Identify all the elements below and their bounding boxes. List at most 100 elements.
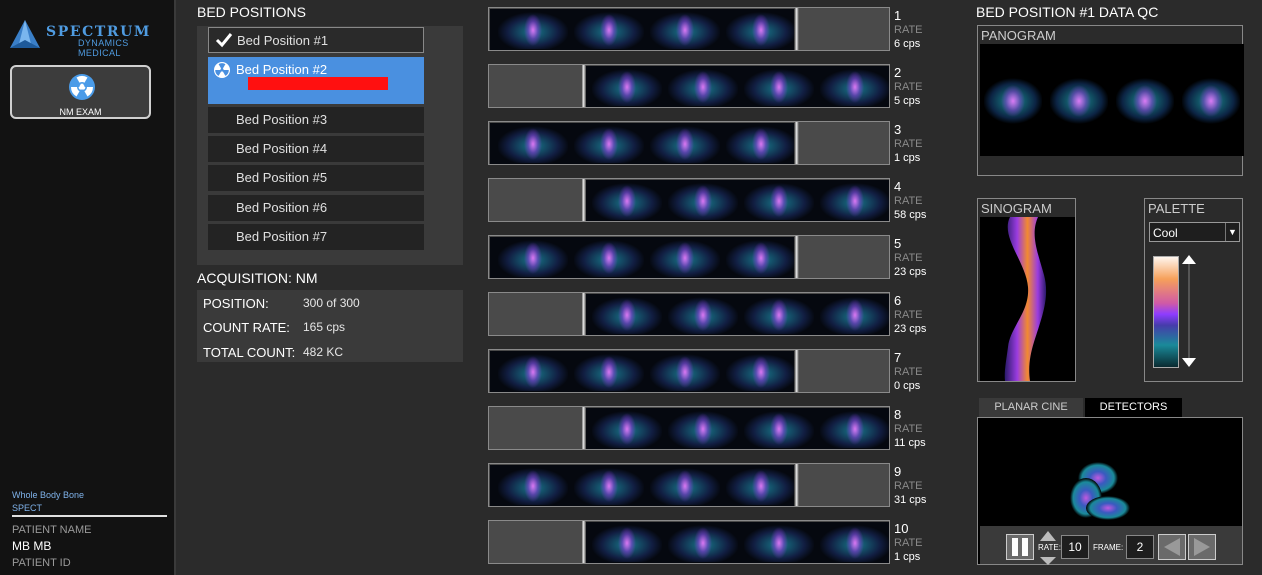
bed-position-item-5[interactable]: Bed Position #5 bbox=[208, 165, 424, 191]
detector-strip bbox=[488, 121, 890, 165]
detector-edge bbox=[794, 8, 799, 50]
count-rate-label: COUNT RATE: bbox=[203, 320, 290, 335]
panogram-panel: PANOGRAM bbox=[977, 25, 1244, 176]
detector-frame bbox=[668, 524, 738, 562]
palette-label: PALETTE bbox=[1148, 201, 1205, 216]
detector-number: 4 bbox=[894, 179, 902, 194]
bed-positions-title: BED POSITIONS bbox=[197, 4, 306, 20]
detector-rate-label: RATE bbox=[894, 480, 923, 492]
detector-number: 6 bbox=[894, 293, 902, 308]
study-divider bbox=[12, 515, 167, 517]
pause-button[interactable] bbox=[1006, 534, 1034, 560]
logo-triangle-icon bbox=[10, 20, 40, 48]
bed-position-item-7[interactable]: Bed Position #7 bbox=[208, 224, 424, 250]
bed-position-label: Bed Position #2 bbox=[236, 62, 328, 77]
rate-up-icon[interactable] bbox=[1040, 531, 1056, 541]
detector-edge bbox=[794, 122, 799, 164]
detector-rate-label: RATE bbox=[894, 366, 923, 378]
detector-cps: 11 cps bbox=[894, 437, 926, 449]
panogram-frame bbox=[1182, 78, 1240, 124]
spectrum-logo: SPECTRUM DYNAMICS MEDICAL bbox=[8, 18, 170, 58]
detector-edge bbox=[794, 350, 799, 392]
color-gradient-bar bbox=[1153, 256, 1179, 368]
bed-position-item-1[interactable]: Bed Position #1 bbox=[208, 27, 424, 53]
detector-strip bbox=[488, 520, 890, 564]
qc-title: BED POSITION #1 DATA QC bbox=[976, 4, 1159, 20]
detector-cps: 0 cps bbox=[894, 380, 921, 392]
detector-number: 3 bbox=[894, 122, 902, 137]
bed-position-item-6[interactable]: Bed Position #6 bbox=[208, 195, 424, 221]
detector-frame bbox=[592, 182, 662, 220]
tab-detectors[interactable]: DETECTORS bbox=[1085, 398, 1182, 417]
bed-position-item-3[interactable]: Bed Position #3 bbox=[208, 107, 424, 133]
detector-frame bbox=[744, 296, 814, 334]
detector-frame bbox=[726, 11, 796, 49]
pause-icon bbox=[1012, 538, 1028, 556]
tab-planar-cine[interactable]: PLANAR CINE bbox=[979, 398, 1083, 417]
nm-exam-button[interactable]: NM EXAM bbox=[10, 65, 151, 119]
detector-cps: 1 cps bbox=[894, 551, 921, 563]
detector-number: 10 bbox=[894, 521, 909, 536]
study-info: Whole Body Bone SPECT bbox=[12, 489, 167, 515]
acquisition-title: ACQUISITION: NM bbox=[197, 270, 318, 286]
checkmark-icon bbox=[215, 33, 233, 48]
lower-threshold-handle-icon[interactable] bbox=[1182, 358, 1196, 367]
detector-edge bbox=[581, 179, 586, 221]
detector-frame bbox=[820, 410, 889, 448]
detector-cps: 23 cps bbox=[894, 323, 927, 335]
detector-frame bbox=[744, 182, 814, 220]
nm-exam-label: NM EXAM bbox=[59, 107, 102, 117]
upper-threshold-handle-icon[interactable] bbox=[1182, 255, 1196, 264]
frame-field[interactable]: 2 bbox=[1126, 535, 1154, 559]
bed-position-label: Bed Position #6 bbox=[236, 200, 328, 215]
previous-frame-button[interactable] bbox=[1158, 534, 1186, 560]
detector-edge bbox=[581, 407, 586, 449]
rate-field[interactable]: 10 bbox=[1061, 535, 1089, 559]
detector-image bbox=[490, 237, 796, 278]
detector-strip bbox=[488, 406, 890, 450]
detector-rate-label: RATE bbox=[894, 252, 923, 264]
bed-position-item-4[interactable]: Bed Position #4 bbox=[208, 136, 424, 162]
next-frame-button[interactable] bbox=[1188, 534, 1216, 560]
patient-name: MB MB bbox=[12, 539, 52, 553]
bed-position-item-2[interactable]: Bed Position #2 bbox=[208, 57, 424, 104]
detector-image bbox=[490, 465, 796, 506]
palette-panel: PALETTE Cool ▼ bbox=[1144, 198, 1243, 382]
study-name: Whole Body Bone bbox=[12, 490, 85, 500]
bed-position-label: Bed Position #1 bbox=[237, 33, 329, 48]
rate-down-icon[interactable] bbox=[1040, 557, 1056, 565]
panogram-image bbox=[980, 44, 1244, 156]
detector-frame bbox=[498, 467, 568, 505]
detector-cps: 31 cps bbox=[894, 494, 927, 506]
cine-image bbox=[1070, 462, 1130, 520]
detector-image bbox=[584, 294, 889, 335]
sinogram-image bbox=[980, 217, 1075, 381]
detector-frame bbox=[744, 68, 814, 106]
detector-frame bbox=[592, 524, 662, 562]
patient-name-label: PATIENT NAME bbox=[12, 524, 92, 536]
detector-number: 1 bbox=[894, 8, 902, 23]
detector-image bbox=[490, 351, 796, 392]
arrow-right-icon bbox=[1194, 538, 1210, 556]
acquisition-panel: POSITION: 300 of 300 COUNT RATE: 165 cps… bbox=[197, 290, 463, 362]
sinogram-label: SINOGRAM bbox=[981, 201, 1052, 216]
position-label: POSITION: bbox=[203, 296, 269, 311]
detector-rate-label: RATE bbox=[894, 81, 923, 93]
detector-frame bbox=[574, 353, 644, 391]
detector-frame bbox=[820, 296, 889, 334]
detector-frame bbox=[498, 125, 568, 163]
total-count-value: 482 KC bbox=[303, 345, 344, 359]
detector-cps: 1 cps bbox=[894, 152, 921, 164]
detector-image bbox=[584, 522, 889, 563]
detector-frame bbox=[744, 524, 814, 562]
palette-select[interactable]: Cool ▼ bbox=[1149, 222, 1240, 242]
gradient-slider-track[interactable] bbox=[1188, 261, 1190, 363]
detector-frame bbox=[726, 467, 796, 505]
bed-position-label: Bed Position #5 bbox=[236, 170, 328, 185]
detector-frame bbox=[650, 353, 720, 391]
detector-frame bbox=[668, 182, 738, 220]
detector-cps: 58 cps bbox=[894, 209, 927, 221]
detector-frame bbox=[498, 11, 568, 49]
cine-controls: RATE: 10 FRAME: 2 bbox=[980, 526, 1242, 565]
detector-edge bbox=[794, 464, 799, 506]
